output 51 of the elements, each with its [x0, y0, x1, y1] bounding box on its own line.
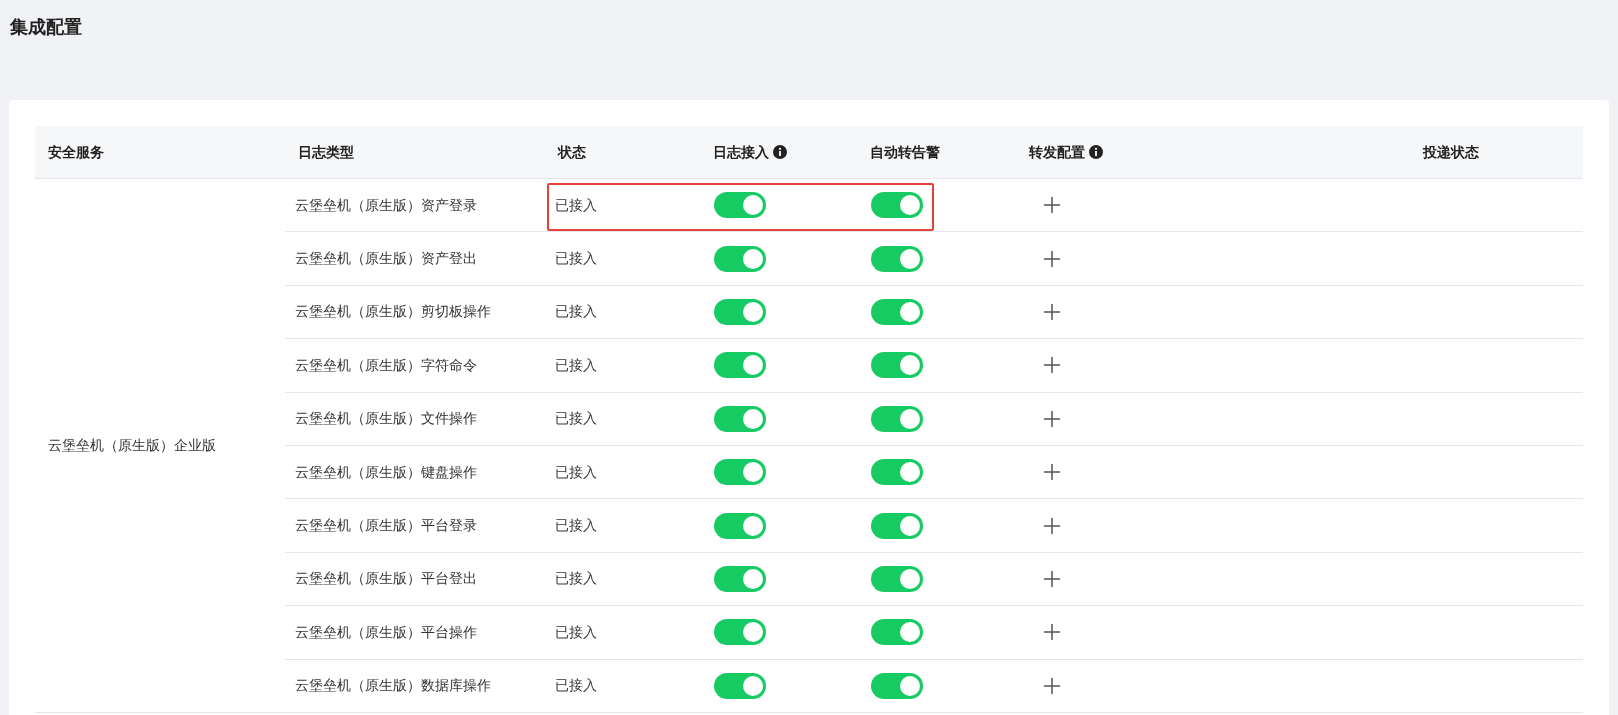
column-header: 安全服务 — [48, 142, 104, 162]
toggle-switch[interactable] — [871, 565, 923, 592]
toggle-switch[interactable] — [714, 512, 766, 539]
column-header: 日志类型 — [298, 142, 354, 162]
table-cell-text: 已接入 — [555, 622, 597, 642]
table-cell-text: 已接入 — [555, 302, 597, 322]
column-header: 状态 — [558, 142, 586, 162]
toggle-switch[interactable] — [871, 298, 923, 325]
toggle-switch[interactable] — [714, 298, 766, 325]
table-cell-text: 云堡垒机（原生版）资产登出 — [295, 249, 477, 269]
column-header: 日志接入 — [713, 142, 769, 162]
toggle-switch[interactable] — [871, 672, 923, 699]
info-icon — [1089, 145, 1103, 159]
toggle-switch[interactable] — [871, 512, 923, 539]
toggle-switch[interactable] — [871, 459, 923, 486]
table-cell-text: 云堡垒机（原生版）字符命令 — [295, 355, 477, 375]
toggle-switch[interactable] — [871, 619, 923, 646]
toggle-switch[interactable] — [714, 245, 766, 272]
toggle-switch[interactable] — [714, 192, 766, 219]
table-cell-text: 已接入 — [555, 516, 597, 536]
table-cell-text: 已接入 — [555, 569, 597, 589]
table-cell-text: 云堡垒机（原生版）平台登录 — [295, 516, 477, 536]
column-header: 自动转告警 — [870, 142, 940, 162]
table-cell-text: 已接入 — [555, 355, 597, 375]
table-cell-text: 云堡垒机（原生版）剪切板操作 — [295, 302, 491, 322]
toggle-switch[interactable] — [871, 192, 923, 219]
table-cell-text: 已接入 — [555, 676, 597, 696]
page-title: 集成配置 — [10, 16, 82, 39]
table-cell-text: 云堡垒机（原生版）数据库操作 — [295, 676, 491, 696]
column-header: 转发配置 — [1029, 142, 1085, 162]
toggle-switch[interactable] — [714, 352, 766, 379]
table-cell-text: 已接入 — [555, 462, 597, 482]
table-cell-text: 云堡垒机（原生版）键盘操作 — [295, 462, 477, 482]
table-cell-text: 已接入 — [555, 249, 597, 269]
toggle-switch[interactable] — [714, 619, 766, 646]
toggle-switch[interactable] — [714, 672, 766, 699]
toggle-switch[interactable] — [871, 405, 923, 432]
column-header: 投递状态 — [1423, 142, 1479, 162]
table-cell-text: 云堡垒机（原生版）平台操作 — [295, 622, 477, 642]
table-cell-text: 已接入 — [555, 195, 597, 215]
info-icon — [773, 145, 787, 159]
table-cell-text: 已接入 — [555, 409, 597, 429]
table-cell-text: 云堡垒机（原生版）企业版 — [48, 435, 216, 455]
table-cell-text: 云堡垒机（原生版）资产登录 — [295, 195, 477, 215]
table-cell-text: 云堡垒机（原生版）文件操作 — [295, 409, 477, 429]
toggle-switch[interactable] — [714, 405, 766, 432]
toggle-switch[interactable] — [714, 565, 766, 592]
toggle-switch[interactable] — [871, 352, 923, 379]
table-cell-text: 云堡垒机（原生版）平台登出 — [295, 569, 477, 589]
toggle-switch[interactable] — [714, 459, 766, 486]
toggle-switch[interactable] — [871, 245, 923, 272]
